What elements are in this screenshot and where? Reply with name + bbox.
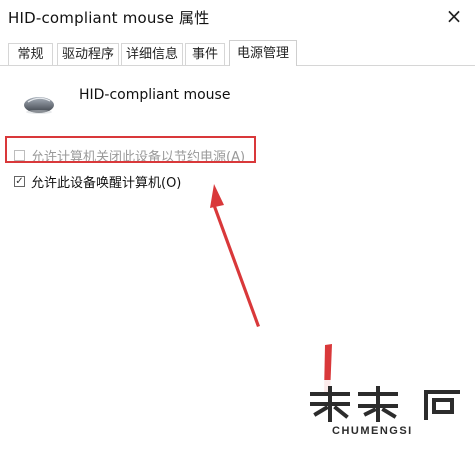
tab-events[interactable]: 事件: [185, 43, 225, 65]
tab-details[interactable]: 详细信息: [121, 43, 183, 65]
watermark-logo: [310, 386, 460, 422]
allow-wake-option[interactable]: ✓ 允许此设备唤醒计算机(O): [14, 172, 181, 191]
tab-general[interactable]: 常规: [8, 43, 53, 65]
title-bar: HID-compliant mouse 属性 ×: [0, 0, 475, 34]
allow-power-off-option[interactable]: 允许计算机关闭此设备以节约电源(A): [14, 146, 245, 165]
window-title: HID-compliant mouse 属性: [8, 9, 210, 27]
watermark-text: CHUMENGSI: [332, 425, 413, 437]
tab-driver[interactable]: 驱动程序: [57, 43, 119, 65]
properties-dialog: HID-compliant mouse 属性 × 常规 驱动程序 详细信息 事件…: [0, 0, 475, 449]
device-name: HID-compliant mouse: [79, 87, 231, 103]
allow-wake-checkbox[interactable]: ✓: [14, 176, 25, 187]
allow-power-off-checkbox[interactable]: [14, 150, 25, 161]
tab-strip: 常规 驱动程序 详细信息 事件 电源管理: [0, 40, 475, 66]
allow-power-off-label: 允许计算机关闭此设备以节约电源(A): [31, 150, 246, 165]
tab-power-management[interactable]: 电源管理: [229, 40, 297, 66]
close-button[interactable]: ×: [433, 0, 475, 32]
allow-wake-label: 允许此设备唤醒计算机(O): [31, 176, 182, 191]
watermark: CHUMENGSI: [296, 380, 475, 449]
mouse-icon: [24, 97, 54, 114]
